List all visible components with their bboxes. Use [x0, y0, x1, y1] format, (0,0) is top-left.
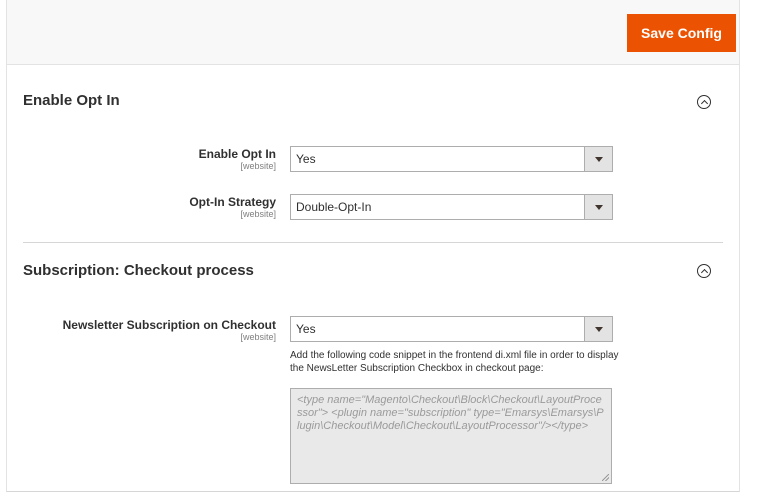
chevron-up-circle-icon[interactable]	[697, 95, 711, 109]
select-value: Yes	[296, 152, 316, 166]
section-title-checkout-process[interactable]: Subscription: Checkout process	[23, 262, 254, 279]
save-config-button[interactable]: Save Config	[627, 14, 736, 52]
code-snippet-textarea[interactable]: <type name="Magento\Checkout\Block\Check…	[290, 388, 612, 484]
scope-label: [website]	[240, 161, 276, 171]
select-value: Yes	[296, 322, 316, 336]
opt-in-strategy-select[interactable]: Double-Opt-In	[290, 194, 613, 220]
dropdown-arrow-icon	[584, 147, 612, 171]
dropdown-arrow-icon	[584, 195, 612, 219]
section-divider	[23, 242, 723, 243]
resize-handle-icon[interactable]	[602, 474, 609, 481]
enable-opt-in-select[interactable]: Yes	[290, 146, 613, 172]
field-label-opt-in-strategy: Opt-In Strategy	[189, 195, 276, 209]
field-note: Add the following code snippet in the fr…	[290, 350, 619, 374]
page-actions-bar: Save Config	[7, 0, 739, 65]
scope-label: [website]	[240, 209, 276, 219]
config-panel: Save Config Enable Opt In Enable Opt In …	[6, 0, 740, 492]
newsletter-subscription-select[interactable]: Yes	[290, 316, 613, 342]
scope-label: [website]	[240, 332, 276, 342]
code-placeholder: <type name="Magento\Checkout\Block\Check…	[297, 394, 604, 432]
field-label-newsletter-subscription: Newsletter Subscription on Checkout	[62, 318, 276, 332]
section-title-enable-opt-in[interactable]: Enable Opt In	[23, 92, 120, 109]
dropdown-arrow-icon	[584, 317, 612, 341]
field-label-enable-opt-in: Enable Opt In	[198, 147, 276, 161]
select-value: Double-Opt-In	[296, 200, 372, 214]
chevron-up-circle-icon[interactable]	[697, 264, 711, 278]
